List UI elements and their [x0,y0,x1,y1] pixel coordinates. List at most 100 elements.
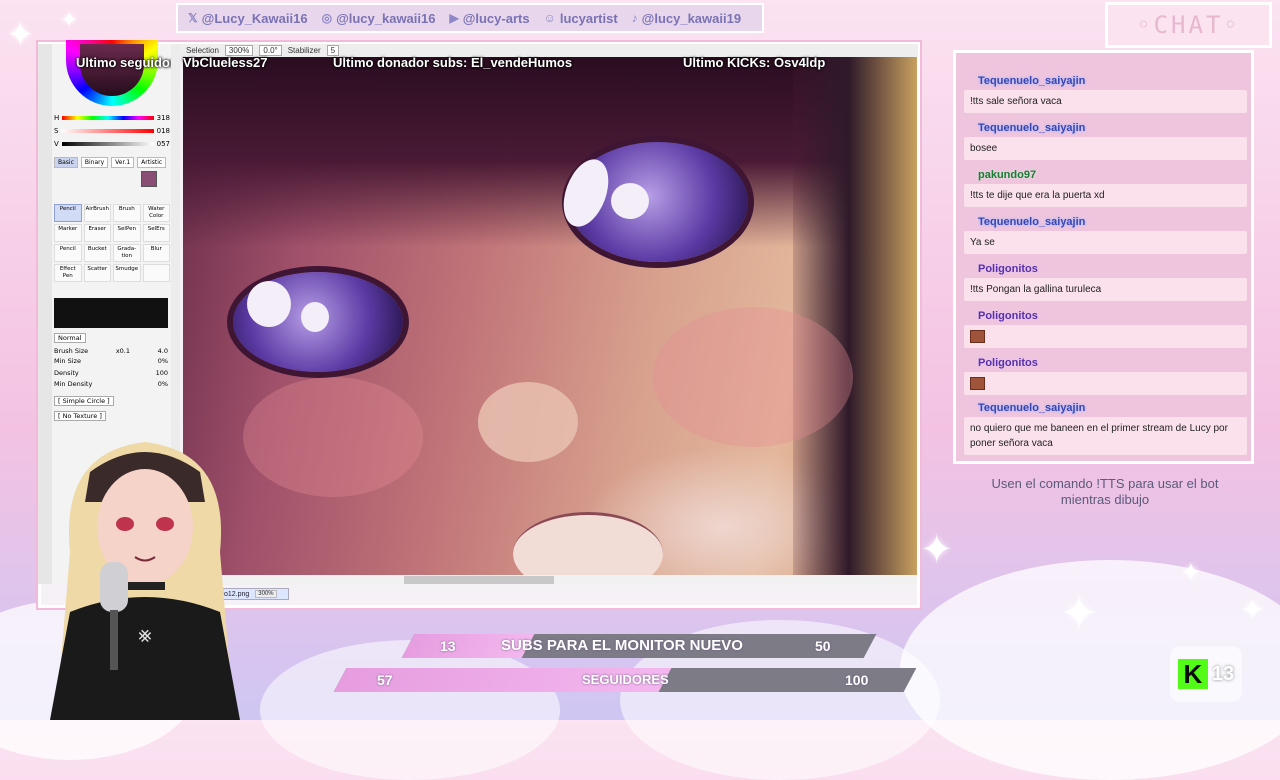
chat-message-text: Ya se [964,231,1247,254]
min-density-row[interactable]: Min Density 0% [54,380,168,388]
kick-viewer-count: 13 [1211,662,1235,685]
social-youtube[interactable]: ▶ @lucy-arts [449,11,529,26]
x-icon: 𝕏 [188,11,198,25]
chat-username[interactable]: Poligonitos [974,262,1042,276]
drawing-canvas[interactable] [183,57,917,575]
chat-message-text: bosee [964,137,1247,160]
brush-size-multiplier[interactable]: x0.1 [116,347,130,355]
chat-message-text: !tts Pongan la gallina turuleca [964,278,1247,301]
discord-icon: ☺ [543,11,556,25]
followers-goal-label: SEGUIDORES [582,672,669,687]
chat-message: Tequenuelo_saiyajin Ya se [964,210,1247,254]
tool-smudge[interactable]: Smudge [113,264,141,282]
tool-marker[interactable]: Marker [54,224,82,242]
brush-shape-row[interactable]: [ Simple Circle ] [54,396,168,406]
sparkle-icon: ✦ [1240,593,1266,628]
tab-binary[interactable]: Binary [80,157,109,168]
brush-size-value[interactable]: 4.0 [158,347,168,355]
brush-texture-select[interactable]: [ No Texture ] [54,411,106,421]
tool-bucket[interactable]: Bucket [83,244,111,262]
primary-color-swatch[interactable] [141,171,157,187]
chat-message-text: !tts sale señora vaca [964,90,1247,113]
eye-shine [611,183,649,219]
tool-scatter[interactable]: Scatter [83,264,111,282]
selection-label[interactable]: Selection [186,46,219,55]
chat-message-text [964,372,1247,395]
tool-watercolor[interactable]: Water Color [142,204,170,222]
blend-mode-select[interactable]: Normal [54,333,86,343]
tool-airbrush[interactable]: AirBrush [83,204,111,222]
tool-tabs: Basic Binary Ver.1 Artistic [54,157,167,168]
chat-username[interactable]: Tequenuelo_saiyajin [974,215,1089,229]
tts-instruction: Usen el comando !TTS para usar el bot mi… [991,476,1219,507]
value-track[interactable] [61,142,154,146]
emote-icon [970,376,985,390]
followers-goal-target: 100 [845,672,869,688]
saturation-slider[interactable]: S 018 [54,126,170,136]
hue-slider[interactable]: H 318 [54,113,170,123]
density-value[interactable]: 100 [156,369,168,377]
min-density-value[interactable]: 0% [158,380,168,388]
chat-message: pakundo97 !tts te dije que era la puerta… [964,163,1247,207]
tab-artistic[interactable]: Artistic [137,157,167,168]
chat-message: Poligonitos [964,351,1247,395]
subs-goal-current: 13 [440,638,456,654]
chat-username[interactable]: Tequenuelo_saiyajin [974,401,1089,415]
chat-username[interactable]: Poligonitos [974,356,1042,370]
tab-basic[interactable]: Basic [54,157,78,168]
social-handle: @lucy-arts [462,10,530,26]
brush-texture-row[interactable]: [ No Texture ] [54,411,168,421]
tool-gradation[interactable]: Grada-tion [113,244,141,262]
social-x[interactable]: 𝕏 @Lucy_Kawaii16 [188,11,308,26]
tool-selpen[interactable]: SelPen [113,224,141,242]
social-tiktok[interactable]: ♪ @lucy_kawaii19 [632,11,741,26]
tool-eraser[interactable]: Eraser [83,224,111,242]
sparkle-icon: ✦ [6,15,35,55]
social-instagram[interactable]: ◎ @lucy_kawaii16 [322,11,436,26]
blend-mode-row[interactable]: Normal [54,333,168,343]
min-size-value[interactable]: 0% [158,357,168,365]
value-slider[interactable]: V 057 [54,139,170,149]
chat-message: Tequenuelo_saiyajin !tts sale señora vac… [964,69,1247,113]
social-handle: lucyartist [559,10,618,26]
brush-size-label: Brush Size [54,347,89,355]
tool-effect-pen[interactable]: Effect Pen [54,264,82,282]
hue-value: 318 [156,114,170,122]
social-handle: @Lucy_Kawaii16 [201,10,308,26]
tool-empty[interactable] [142,264,170,282]
saturation-label: S [54,127,59,135]
social-handle: @lucy_kawaii19 [641,10,742,26]
chat-username[interactable]: pakundo97 [974,168,1040,182]
hair-side [793,57,917,575]
sparkle-icon: ✦ [1060,586,1099,640]
saturation-track[interactable] [61,129,154,133]
chat-message: Tequenuelo_saiyajin no quiero que me ban… [964,396,1247,455]
tool-selers[interactable]: SelErs [142,224,170,242]
saturation-value: 018 [156,127,170,135]
tool-pencil[interactable]: Pencil [54,204,82,222]
chat-message-text: !tts te dije que era la puerta xd [964,184,1247,207]
chat-message: Poligonitos !tts Pongan la gallina turul… [964,257,1247,301]
social-discord[interactable]: ☺ lucyartist [544,11,618,26]
chat-panel: Tequenuelo_saiyajin !tts sale señora vac… [953,50,1254,464]
stabilizer-label: Stabilizer [287,46,321,55]
chat-username[interactable]: Tequenuelo_saiyajin [974,74,1089,88]
emote-icon [970,329,985,343]
tab-ver1[interactable]: Ver.1 [111,157,135,168]
value-label: V [54,140,59,148]
scrollbar-thumb[interactable] [404,576,554,584]
chat-username[interactable]: Poligonitos [974,309,1042,323]
instagram-icon: ◎ [321,11,333,25]
brush-shape-select[interactable]: [ Simple Circle ] [54,396,114,406]
tool-grid: Pencil AirBrush Brush Water Color Marker… [54,204,170,282]
density-label: Density [54,369,79,377]
brush-size-row[interactable]: Brush Size x0.1 4.0 [54,347,168,355]
hue-track[interactable] [62,116,154,120]
tool-pencil-2[interactable]: Pencil [54,244,82,262]
hue-label: H [54,114,60,122]
tool-blur[interactable]: Blur [142,244,170,262]
density-row[interactable]: Density 100 [54,369,168,377]
chat-username[interactable]: Tequenuelo_saiyajin [974,121,1089,135]
min-size-row[interactable]: Min Size 0% [54,357,168,365]
tool-brush[interactable]: Brush [113,204,141,222]
